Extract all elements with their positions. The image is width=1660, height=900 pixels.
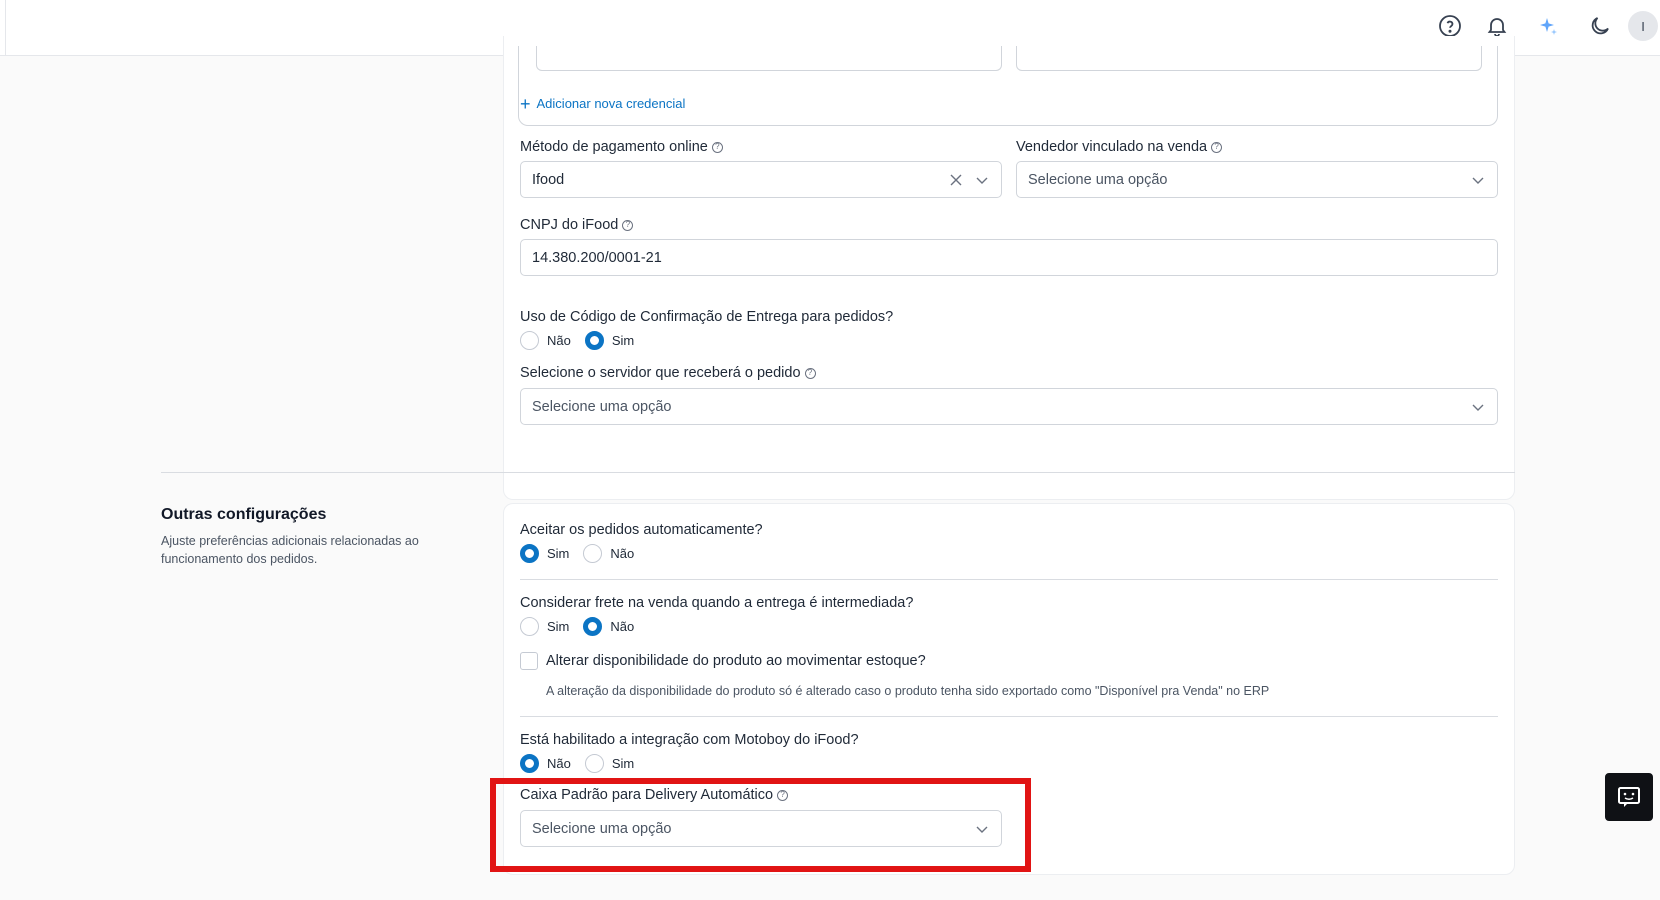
radio-circle-checked[interactable] (520, 544, 539, 563)
auto-accept-label: Aceitar os pedidos automaticamente? (520, 522, 763, 538)
cnpj-label: CNPJ do iFood ? (520, 217, 634, 233)
radio-label: Não (610, 546, 635, 561)
help-icon: ? (622, 219, 634, 231)
cnpj-text: CNPJ do iFood (520, 217, 619, 233)
radio-circle[interactable] (584, 754, 604, 773)
radio-sim[interactable]: Sim (584, 331, 635, 350)
radio-label: Sim (611, 756, 635, 771)
radio-sim[interactable]: Sim (584, 754, 635, 773)
payment-method-label: Método de pagamento online ? (520, 139, 723, 155)
seller-label: Vendedor vinculado na venda ? (1016, 139, 1223, 155)
item-divider (520, 716, 1498, 717)
radio-nao[interactable]: Não (583, 544, 634, 563)
help-icon: ? (804, 367, 816, 379)
chat-button[interactable] (1605, 773, 1653, 821)
motoboy-text: Está habilitado a integração com Motoboy… (520, 732, 859, 748)
section-description: Ajuste preferências adicionais relaciona… (161, 534, 419, 566)
radio-circle[interactable] (520, 617, 539, 636)
confirmation-code-label: Uso de Código de Confirmação de Entrega … (520, 309, 893, 325)
radio-nao[interactable]: Não (520, 754, 571, 773)
seller-text: Vendedor vinculado na venda (1016, 139, 1208, 155)
help-icon: ? (711, 141, 723, 153)
cnpj-input[interactable]: 14.380.200/0001-21 (520, 239, 1498, 276)
radio-circle-checked[interactable] (584, 331, 604, 350)
radio-nao[interactable]: Não (520, 331, 571, 350)
availability-checkbox-item[interactable]: Alterar disponibilidade do produto ao mo… (520, 652, 926, 670)
plus-icon: + (520, 93, 531, 114)
section-divider (161, 472, 1515, 473)
radio-label: Sim (547, 619, 570, 634)
highlight-box (490, 778, 1031, 872)
motoboy-label: Está habilitado a integração com Motoboy… (520, 732, 859, 748)
availability-checkbox[interactable] (520, 652, 538, 670)
server-select[interactable]: Selecione uma opção (520, 388, 1498, 425)
clear-icon[interactable] (949, 173, 963, 187)
section-title: Outras configurações (161, 506, 327, 523)
radio-circle[interactable] (520, 331, 539, 350)
radio-label: Sim (547, 546, 570, 561)
chevron-down-icon (1472, 404, 1484, 411)
server-placeholder: Selecione uma opção (532, 398, 672, 415)
confirmation-code-radios: Não Sim (520, 331, 634, 350)
radio-label: Não (547, 756, 571, 771)
help-icon: ? (1211, 141, 1223, 153)
item-divider (520, 579, 1498, 580)
chevron-down-icon (1472, 177, 1484, 184)
sparkle-icon[interactable] (1534, 12, 1562, 40)
radio-circle[interactable] (583, 544, 603, 563)
add-credential-label: Adicionar nova credencial (536, 96, 686, 111)
motoboy-radios: Não Sim (520, 754, 634, 773)
radio-nao[interactable]: Não (583, 617, 634, 636)
seller-select[interactable]: Selecione uma opção (1016, 161, 1498, 198)
chevron-down-icon (976, 177, 988, 184)
radio-label: Não (547, 333, 571, 348)
chat-icon (1618, 787, 1640, 807)
avatar[interactable]: I (1628, 11, 1658, 41)
availability-checkbox-row: Alterar disponibilidade do produto ao mo… (520, 652, 926, 670)
moon-icon[interactable] (1586, 12, 1614, 40)
cnpj-value: 14.380.200/0001-21 (532, 249, 662, 266)
radio-sim[interactable]: Sim (520, 544, 569, 563)
radio-label: Sim (611, 333, 635, 348)
server-label: Selecione o servidor que receberá o pedi… (520, 365, 816, 381)
radio-circle-checked[interactable] (583, 617, 603, 636)
seller-placeholder: Selecione uma opção (1028, 171, 1168, 188)
server-text: Selecione o servidor que receberá o pedi… (520, 365, 801, 381)
auto-accept-text: Aceitar os pedidos automaticamente? (520, 522, 763, 538)
confirmation-code-text: Uso de Código de Confirmação de Entrega … (520, 309, 894, 325)
radio-sim[interactable]: Sim (520, 617, 569, 636)
freight-label: Considerar frete na venda quando a entre… (520, 595, 913, 611)
payment-method-select[interactable]: Ifood (520, 161, 1002, 198)
availability-label: Alterar disponibilidade do produto ao mo… (546, 653, 926, 669)
credential-input-2[interactable] (1016, 46, 1482, 71)
freight-text: Considerar frete na venda quando a entre… (520, 595, 914, 611)
freight-radios: Sim Não (520, 617, 634, 636)
auto-accept-radios: Sim Não (520, 544, 634, 563)
radio-label: Não (610, 619, 635, 634)
add-credential-link[interactable]: + Adicionar nova credencial (520, 93, 686, 114)
payment-method-value: Ifood (532, 171, 565, 188)
payment-method-text: Método de pagamento online (520, 139, 708, 155)
main-content: + Adicionar nova credencial Método de pa… (0, 36, 1660, 900)
availability-hint: A alteração da disponibilidade do produt… (546, 684, 1270, 698)
credential-input-1[interactable] (536, 46, 1002, 71)
radio-circle-checked[interactable] (520, 754, 539, 773)
